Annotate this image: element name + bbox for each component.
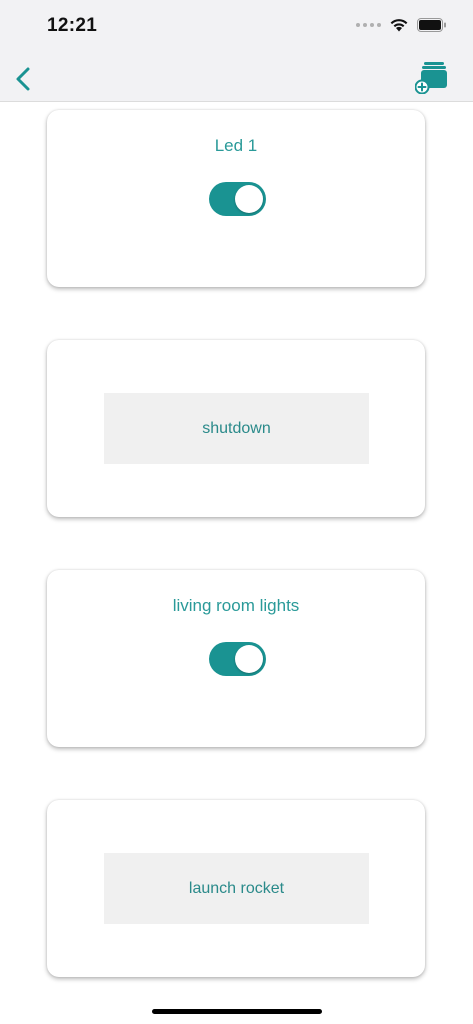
device-title: Led 1 [214, 136, 258, 155]
device-toggle[interactable] [209, 182, 266, 216]
signal-dots-icon [356, 22, 381, 27]
toggle-knob [235, 185, 263, 213]
device-title: living room lights [172, 596, 300, 615]
device-card-living-room-lights: living room lights [47, 570, 425, 747]
action-card-launch-rocket: launch rocket [47, 800, 425, 977]
nav-bar [0, 56, 473, 102]
toggle-knob [235, 645, 263, 673]
shutdown-button[interactable]: shutdown [104, 393, 369, 464]
action-card-shutdown: shutdown [47, 340, 425, 517]
launch-rocket-button[interactable]: launch rocket [104, 853, 369, 924]
add-device-button[interactable] [414, 60, 449, 95]
device-card-led-1: Led 1 [47, 110, 425, 287]
status-time: 12:21 [47, 15, 98, 36]
battery-icon [417, 17, 446, 32]
status-bar: 12:21 [0, 0, 473, 56]
back-button[interactable] [10, 62, 38, 96]
status-icons [356, 17, 447, 32]
device-toggle[interactable] [209, 642, 266, 676]
home-indicator[interactable] [152, 1009, 322, 1014]
add-device-icon [414, 62, 447, 95]
chevron-left-icon [16, 67, 30, 91]
wifi-icon [390, 19, 408, 32]
screen: 12:21 Led 1 shutdown living room lights … [0, 0, 473, 1024]
